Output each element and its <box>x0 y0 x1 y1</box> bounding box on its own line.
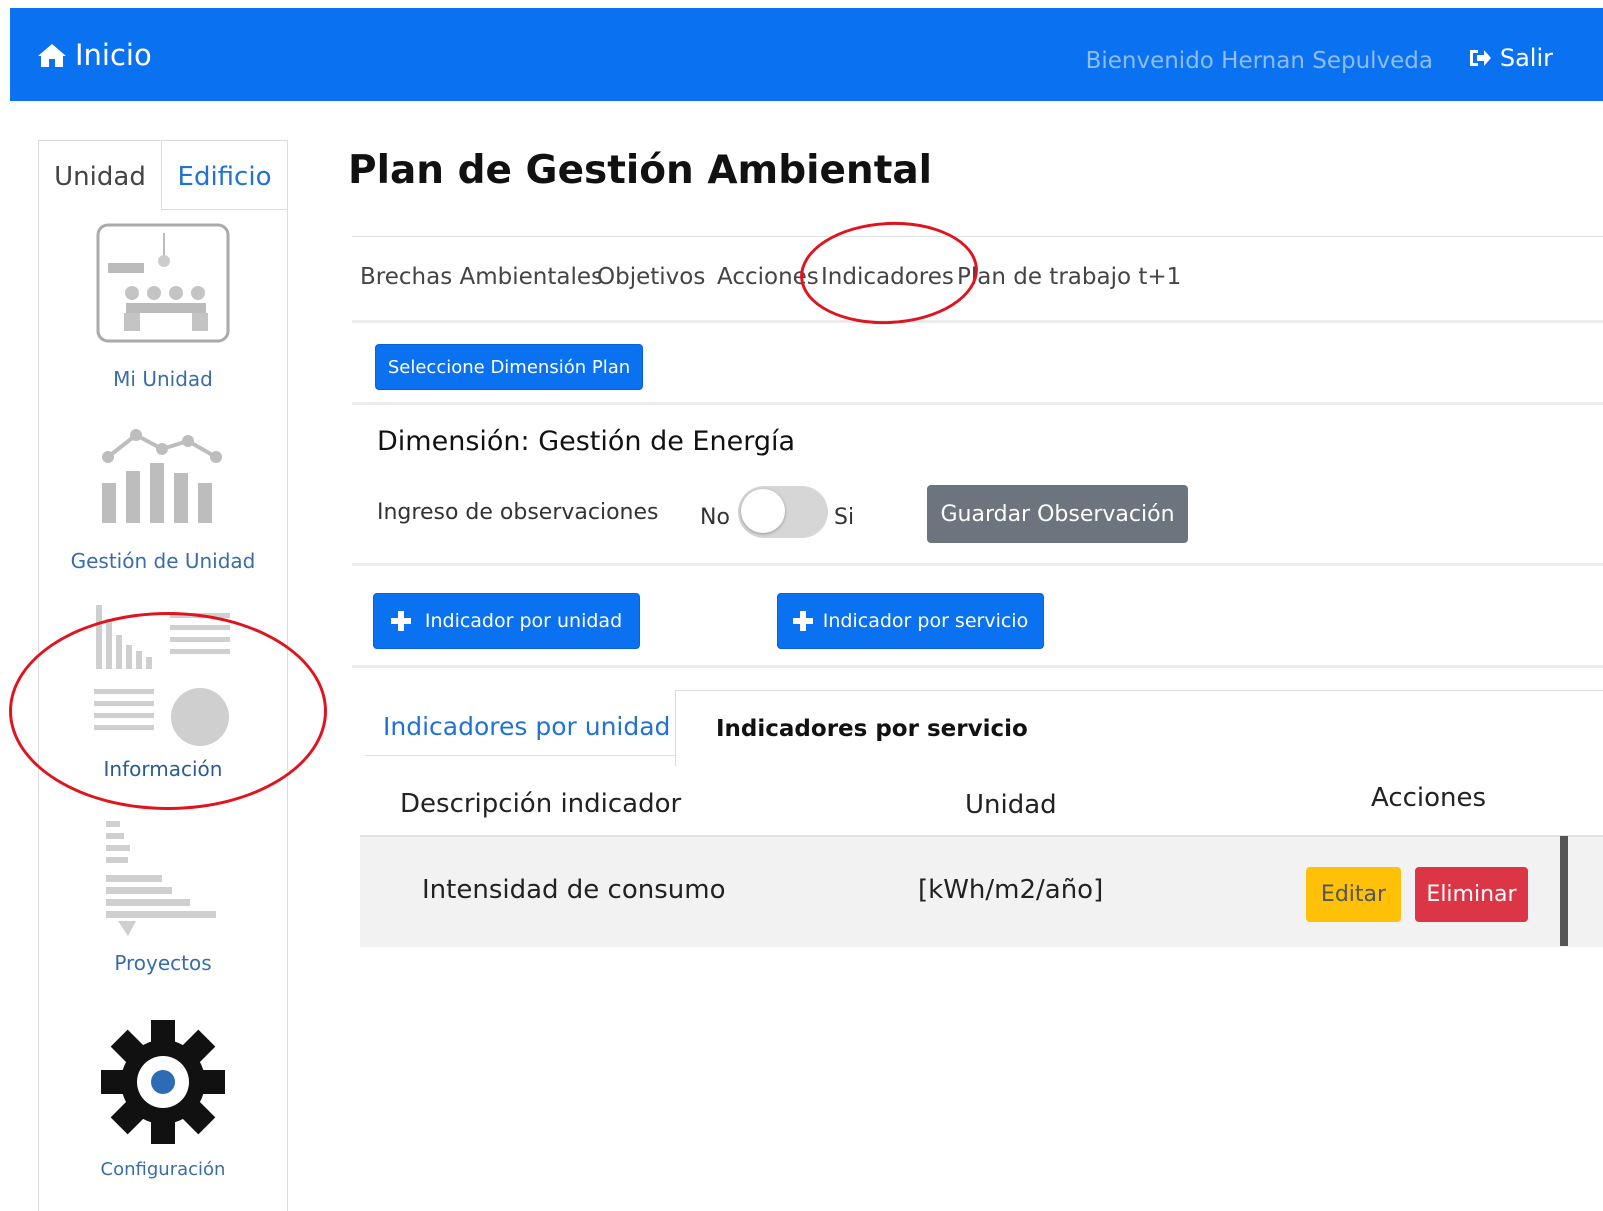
divider <box>352 236 1603 237</box>
divider <box>352 665 1603 668</box>
cell-description: Intensidad de consumo <box>422 875 726 905</box>
page-title: Plan de Gestión Ambiental <box>348 148 933 193</box>
plus-icon <box>792 611 813 631</box>
bar-line-chart-icon <box>102 429 222 523</box>
subtab-underline <box>365 755 675 756</box>
sidebar-item-configuracion[interactable]: Configuración <box>39 1017 287 1180</box>
add-indicator-unit-button[interactable]: Indicador por unidad <box>373 593 640 649</box>
home-icon <box>38 44 66 67</box>
sidebar-item-informacion[interactable]: Información <box>39 599 287 781</box>
table-scrollbar[interactable] <box>1560 836 1568 946</box>
tab-indicadores[interactable]: Indicadores <box>821 264 954 290</box>
logout-label[interactable]: Salir <box>1500 44 1553 72</box>
sidebar-tabs: Unidad Edificio <box>39 141 287 210</box>
sidebar-item-label: Configuración <box>100 1159 226 1180</box>
dimension-label: Dimensión: Gestión de Energía <box>377 426 796 457</box>
logout-icon <box>1469 50 1491 66</box>
subtab-indicadores-por-servicio[interactable]: Indicadores por servicio <box>716 716 1028 742</box>
sidebar-item-mi-unidad[interactable]: Mi Unidad <box>39 223 287 391</box>
sidebar-item-proyectos[interactable]: Proyectos <box>39 821 287 975</box>
top-navbar: Inicio Bienvenido Hernan Sepulveda Salir <box>10 8 1603 101</box>
welcome-text: Bienvenido Hernan Sepulveda <box>1085 48 1433 74</box>
sidebar-item-label: Información <box>103 757 223 781</box>
toggle-off-label: No <box>700 505 730 530</box>
tab-brechas-ambientales[interactable]: Brechas Ambientales <box>360 264 603 290</box>
cell-unit: [kWh/m2/año] <box>918 875 1104 905</box>
column-header-actions: Acciones <box>1371 783 1487 813</box>
sidebar: Unidad Edificio Mi Unidad Gestión de Uni… <box>38 140 288 1211</box>
home-label[interactable]: Inicio <box>75 38 152 72</box>
toggle-knob <box>741 489 785 533</box>
divider <box>352 563 1603 566</box>
column-header-description: Descripción indicador <box>400 789 682 819</box>
tab-plan-de-trabajo[interactable]: Plan de trabajo t+1 <box>957 264 1181 290</box>
plus-icon <box>390 611 411 631</box>
divider <box>352 402 1603 405</box>
observations-label: Ingreso de observaciones <box>377 500 659 525</box>
observations-toggle[interactable] <box>738 486 828 538</box>
gear-icon <box>101 1020 225 1144</box>
add-indicator-service-button[interactable]: Indicador por servicio <box>777 593 1044 649</box>
sidebar-item-label: Proyectos <box>114 951 212 975</box>
sidebar-item-label: Mi Unidad <box>113 367 213 391</box>
meeting-room-icon <box>96 223 230 343</box>
home-link[interactable]: Inicio <box>37 38 152 72</box>
gantt-chart-icon <box>106 821 216 936</box>
select-dimension-button[interactable]: Seleccione Dimensión Plan <box>375 344 643 390</box>
delete-button[interactable]: Eliminar <box>1415 867 1528 922</box>
divider <box>352 320 1603 323</box>
sidebar-item-label: Gestión de Unidad <box>70 549 256 573</box>
edit-button[interactable]: Editar <box>1306 867 1401 922</box>
info-charts-icon <box>94 605 230 746</box>
tab-acciones[interactable]: Acciones <box>717 264 819 290</box>
column-header-unit: Unidad <box>965 790 1057 820</box>
toggle-on-label: Si <box>834 505 855 530</box>
subtab-indicadores-por-unidad[interactable]: Indicadores por unidad <box>383 712 670 741</box>
add-indicator-service-label: Indicador por servicio <box>822 610 1029 632</box>
tab-edificio[interactable]: Edificio <box>162 141 287 209</box>
logout-link[interactable]: Salir <box>1468 44 1553 72</box>
add-indicator-unit-label: Indicador por unidad <box>424 610 623 632</box>
tab-objetivos[interactable]: Objetivos <box>597 264 705 290</box>
sidebar-item-gestion-de-unidad[interactable]: Gestión de Unidad <box>39 427 287 573</box>
tab-unidad[interactable]: Unidad <box>39 141 162 210</box>
save-observation-button[interactable]: Guardar Observación <box>927 485 1188 543</box>
